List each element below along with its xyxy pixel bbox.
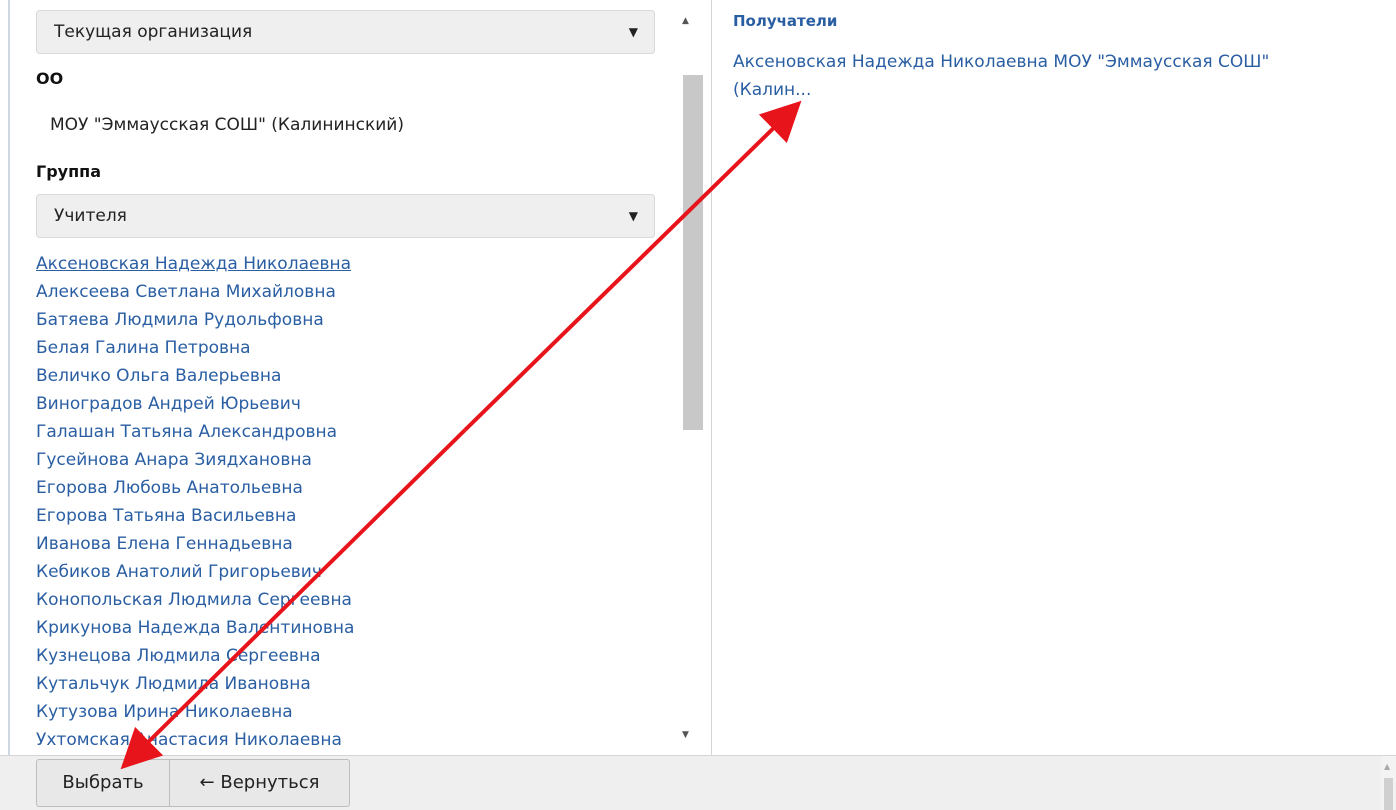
- person-link[interactable]: Крикунова Надежда Валентиновна: [36, 614, 354, 642]
- person-link[interactable]: Алексеева Светлана Михайловна: [36, 278, 354, 306]
- person-link[interactable]: Конопольская Людмила Сергеевна: [36, 586, 354, 614]
- scope-select-value: Текущая организация: [54, 22, 253, 42]
- footer-bar: Выбрать ← Вернуться: [0, 755, 1396, 810]
- left-scrollbar[interactable]: ▲ ▼: [675, 0, 710, 755]
- people-list: Аксеновская Надежда Николаевна Алексеева…: [36, 250, 354, 754]
- person-link[interactable]: Галашан Татьяна Александровна: [36, 418, 354, 446]
- person-link[interactable]: Ухтомская Анастасия Николаевна: [36, 726, 354, 754]
- person-link[interactable]: Аксеновская Надежда Николаевна: [36, 250, 354, 278]
- person-link[interactable]: Кутузова Ирина Николаевна: [36, 698, 354, 726]
- person-link[interactable]: Егорова Любовь Анатольевна: [36, 474, 354, 502]
- back-button[interactable]: ← Вернуться: [170, 759, 350, 807]
- dropdown-caret-icon: ▼: [628, 25, 638, 39]
- person-link[interactable]: Иванова Елена Геннадьевна: [36, 530, 354, 558]
- recipient-item[interactable]: Аксеновская Надежда Николаевна МОУ "Эмма…: [733, 48, 1333, 104]
- person-link[interactable]: Кутальчук Людмила Ивановна: [36, 670, 354, 698]
- dropdown-caret-icon: ▼: [628, 209, 638, 223]
- page-scrollbar[interactable]: ▲: [1381, 756, 1396, 810]
- person-link[interactable]: Гусейнова Анара Зиядхановна: [36, 446, 354, 474]
- person-link[interactable]: Егорова Татьяна Васильевна: [36, 502, 354, 530]
- org-value: МОУ "Эммаусская СОШ" (Калининский): [50, 115, 404, 135]
- scroll-thumb[interactable]: [1384, 778, 1393, 810]
- group-label: Группа: [36, 162, 101, 181]
- scope-select[interactable]: Текущая организация ▼: [36, 10, 655, 54]
- group-select-value: Учителя: [54, 206, 127, 226]
- scroll-down-icon[interactable]: ▼: [682, 730, 689, 740]
- recipients-title: Получатели: [733, 12, 838, 30]
- person-link[interactable]: Величко Ольга Валерьевна: [36, 362, 354, 390]
- person-link[interactable]: Кебиков Анатолий Григорьевич: [36, 558, 354, 586]
- scroll-thumb[interactable]: [683, 75, 703, 430]
- person-link[interactable]: Белая Галина Петровна: [36, 334, 354, 362]
- panel-edge: [8, 0, 10, 755]
- group-select[interactable]: Учителя ▼: [36, 194, 655, 238]
- scroll-up-icon[interactable]: ▲: [682, 16, 689, 26]
- left-panel: Текущая организация ▼ ОО МОУ "Эммаусская…: [0, 0, 712, 755]
- person-link[interactable]: Батяева Людмила Рудольфовна: [36, 306, 354, 334]
- org-label: ОО: [36, 69, 64, 88]
- person-link[interactable]: Кузнецова Людмила Сергеевна: [36, 642, 354, 670]
- recipients-panel: Получатели Аксеновская Надежда Николаевн…: [712, 0, 1396, 755]
- select-button[interactable]: Выбрать: [36, 759, 170, 807]
- person-link[interactable]: Виноградов Андрей Юрьевич: [36, 390, 354, 418]
- scroll-up-icon[interactable]: ▲: [1384, 762, 1390, 771]
